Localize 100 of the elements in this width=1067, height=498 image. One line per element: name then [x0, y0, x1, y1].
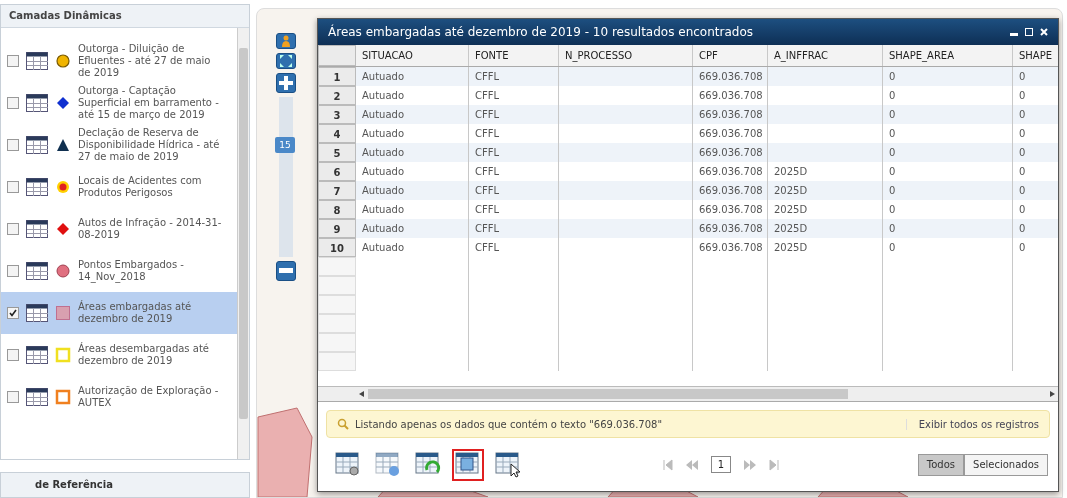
row-header [318, 314, 356, 333]
table-cell: Autuado [356, 105, 469, 124]
table-icon[interactable] [26, 304, 48, 322]
column-header[interactable]: SHAPE_AREA [883, 45, 1013, 66]
table-icon[interactable] [26, 178, 48, 196]
row-header [318, 352, 356, 371]
row-number[interactable]: 9 [318, 219, 356, 238]
table-cell: 0 [883, 219, 1013, 238]
column-header[interactable]: SHAPE [1013, 45, 1058, 66]
table-cell: 0 [1013, 219, 1058, 238]
column-header[interactable]: SITUACAO [356, 45, 469, 66]
layer-name: Autorização de Exploração - AUTEX [78, 385, 220, 409]
layer-name: Outorga - Diluição de Efluentes - até 27 de maio de 2019 [78, 43, 212, 79]
close-button[interactable] [1038, 26, 1050, 38]
layer-item[interactable]: Autorização de Exploração - AUTEX [1, 376, 237, 418]
table-cell: 669.036.708 [693, 67, 768, 86]
column-header[interactable]: A_INFFRAC [768, 45, 883, 66]
column-header[interactable]: N_PROCESSO [559, 45, 693, 66]
table-cell: Autuado [356, 238, 469, 257]
row-number[interactable]: 5 [318, 143, 356, 162]
column-header[interactable]: CPF [693, 45, 768, 66]
checkbox[interactable] [7, 97, 19, 109]
table-cell: CFFL [469, 181, 559, 200]
check-icon [9, 309, 17, 317]
maximize-button[interactable] [1023, 26, 1035, 38]
row-number[interactable]: 6 [318, 162, 356, 181]
layer-item[interactable]: Declação de Reserva de Disponibilidade Hídrica - até 27 de maio de 2019 [1, 124, 237, 166]
table-cell: CFFL [469, 238, 559, 257]
toolbar-button[interactable] [452, 448, 484, 481]
layer-item[interactable]: Áreas embargadas até dezembro de 2019 [1, 292, 237, 334]
table-cell: 2025D [768, 181, 883, 200]
row-header [318, 257, 356, 276]
scrollbar[interactable] [237, 28, 249, 459]
maximize-icon [1025, 28, 1033, 36]
checkbox[interactable] [7, 349, 19, 361]
checkbox[interactable] [7, 223, 19, 235]
table-cell: 2025D [768, 219, 883, 238]
checkbox[interactable] [7, 391, 19, 403]
table-cell: 2025D [768, 238, 883, 257]
minus-icon [279, 268, 293, 274]
table-cell: 669.036.708 [693, 219, 768, 238]
layer-item[interactable]: Outorga - Captação Superficial em barramento - até 15 de março de 2019 [1, 82, 237, 124]
layer-item[interactable]: Pontos Embargados - 14_Nov_2018 [1, 250, 237, 292]
row-number[interactable]: 7 [318, 181, 356, 200]
window-title: Áreas embargadas até dezembro de 2019 - 10 resultados encontrados [328, 25, 753, 39]
filter-mode-button[interactable]: Todos [917, 453, 965, 476]
row-number[interactable]: 8 [318, 200, 356, 219]
table-cell: 0 [1013, 67, 1058, 86]
header-cell [318, 45, 356, 66]
horizontal-scrollbar[interactable] [318, 386, 1058, 401]
table-icon[interactable] [26, 262, 48, 280]
table-cell: 0 [883, 105, 1013, 124]
table-cell: 0 [1013, 181, 1058, 200]
table-cell: 0 [1013, 238, 1058, 257]
person-icon [281, 35, 291, 47]
row-number[interactable]: 3 [318, 105, 356, 124]
row-number[interactable]: 1 [318, 67, 356, 86]
table-cell: 0 [883, 238, 1013, 257]
table-icon[interactable] [26, 220, 48, 238]
checkbox[interactable] [7, 307, 19, 319]
table-icon[interactable] [26, 388, 48, 406]
layer-name: Outorga - Captação Superficial em barramento - até 15 de março de 2019 [78, 85, 220, 121]
table-cell: 0 [883, 143, 1013, 162]
row-header [318, 295, 356, 314]
table-cell: Autuado [356, 143, 469, 162]
layer-item[interactable]: Outorga - Diluição de Efluentes - até 27 de maio de 2019 [1, 40, 237, 82]
locate-button[interactable] [276, 33, 296, 49]
checkbox[interactable] [7, 181, 19, 193]
checkbox[interactable] [7, 55, 19, 67]
table-cell: Autuado [356, 219, 469, 238]
zoom-level-label[interactable]: 15 [275, 137, 295, 153]
table-cell: 669.036.708 [693, 238, 768, 257]
zoom-out-button[interactable] [276, 261, 296, 281]
filter-message: Listando apenas os dados que contém o texto "669.036.708" [355, 418, 664, 430]
table-icon[interactable] [26, 94, 48, 112]
column-header[interactable]: FONTE [469, 45, 559, 66]
table-icon[interactable] [26, 52, 48, 70]
full-extent-button[interactable] [276, 53, 296, 69]
table-cell: 669.036.708 [693, 105, 768, 124]
checkbox[interactable] [7, 139, 19, 151]
panel-title: Camadas Dinâmicas [1, 5, 249, 28]
table-icon[interactable] [26, 136, 48, 154]
layer-name: Declação de Reserva de Disponibilidade Hídrica - até 27 de maio de 2019 [78, 127, 221, 163]
filter-mode-button[interactable]: Selecionados [964, 453, 1048, 476]
table-cell: 669.036.708 [693, 181, 768, 200]
layer-item[interactable]: Autos de Infração - 2014-31-08-2019 [1, 208, 237, 250]
show-all-link[interactable]: Exibir todos os registros [905, 418, 1039, 430]
table-info-icon [375, 451, 401, 478]
layer-item[interactable]: Áreas desembargadas até dezembro de 2019 [1, 334, 237, 376]
panel-title[interactable]: de Referência [0, 472, 250, 498]
table-cell: Autuado [356, 67, 469, 86]
row-number[interactable]: 4 [318, 124, 356, 143]
page-number-field[interactable]: 1 [710, 456, 732, 473]
close-icon [1040, 28, 1048, 36]
row-number[interactable]: 10 [318, 238, 356, 257]
zoom-in-button[interactable] [276, 73, 296, 93]
row-number[interactable]: 2 [318, 86, 356, 105]
table-icon[interactable] [26, 346, 48, 364]
checkbox[interactable] [7, 265, 19, 277]
layer-item[interactable]: Locais de Acidentes com Produtos Perigosos [1, 166, 237, 208]
